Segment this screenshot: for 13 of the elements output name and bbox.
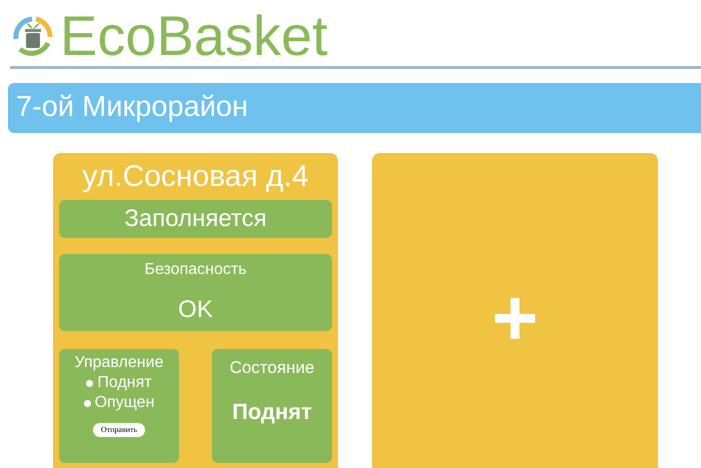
address-title: ул.Сосновая д.4 [81, 159, 310, 195]
radio-option[interactable]: Поднят [86, 373, 152, 393]
state-label: Состояние [230, 357, 314, 379]
control-label: Управление [74, 353, 164, 373]
logo-text: EcoBasket [60, 6, 328, 66]
district-title: 7-ой Микрорайон [16, 90, 248, 126]
radio-option[interactable]: Опущен [84, 393, 154, 413]
send-button[interactable]: Отправить [92, 423, 146, 437]
add-card-button[interactable]: + [372, 153, 658, 468]
safety-value: OK [178, 295, 213, 325]
state-value: Поднят [232, 398, 312, 426]
fill-status: Заполняется [59, 200, 332, 238]
safety-label: Безопасность [144, 260, 247, 280]
